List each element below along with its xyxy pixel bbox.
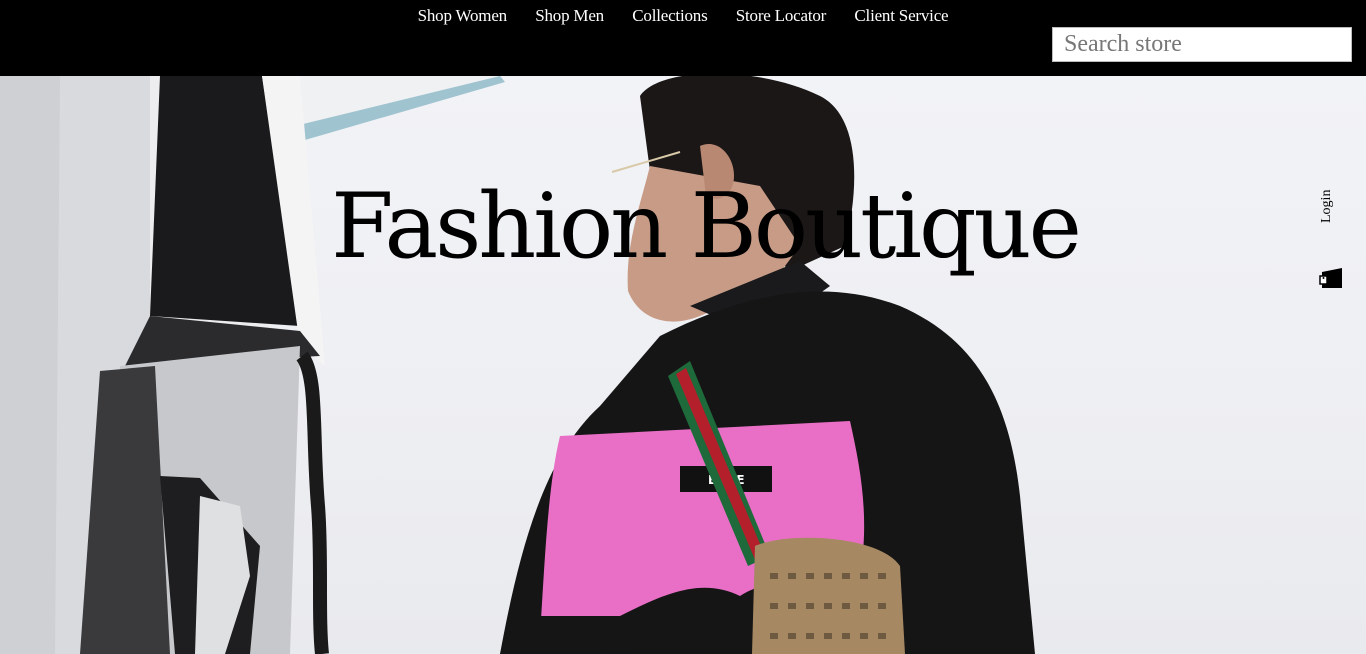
nav-shop-men[interactable]: Shop Men	[535, 6, 604, 26]
hero-banner: EEME Fashion Boutique Login	[0, 76, 1366, 654]
nav-client-service[interactable]: Client Service	[854, 6, 948, 26]
nav-collections[interactable]: Collections	[632, 6, 707, 26]
login-link[interactable]: Login	[1319, 186, 1341, 226]
top-navigation-bar: Shop Women Shop Men Collections Store Lo…	[0, 0, 1366, 76]
search-input[interactable]	[1052, 27, 1352, 62]
nav-shop-women[interactable]: Shop Women	[418, 6, 508, 26]
main-nav: Shop Women Shop Men Collections Store Lo…	[0, 6, 1366, 26]
hero-title: Fashion Boutique	[331, 174, 1082, 279]
shopping-bag-icon[interactable]	[1318, 266, 1344, 290]
hero-photo: EEME	[0, 76, 1035, 654]
nav-store-locator[interactable]: Store Locator	[736, 6, 827, 26]
